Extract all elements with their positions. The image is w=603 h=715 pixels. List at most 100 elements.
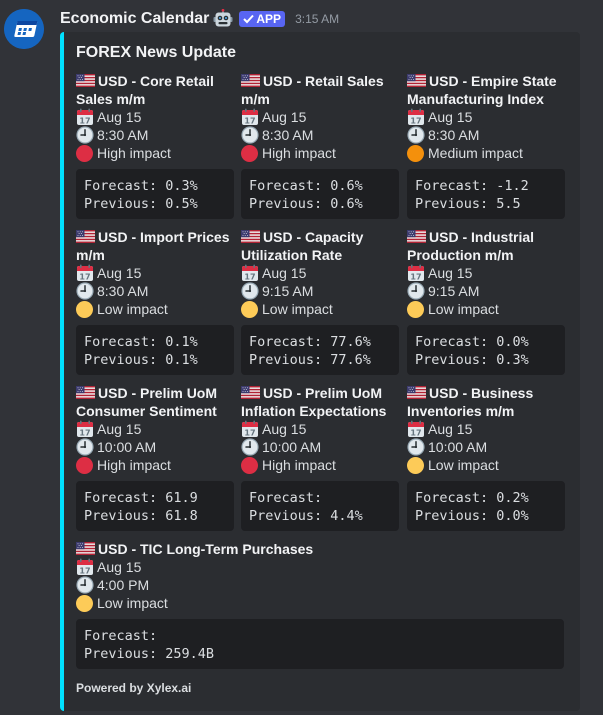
event-time-row: 10:00 AM <box>407 438 567 456</box>
embed-title: FOREX News Update <box>76 44 237 61</box>
clock-icon <box>407 438 425 456</box>
event-date-row: 17 Aug 15 <box>241 108 401 126</box>
svg-text:17: 17 <box>244 273 255 282</box>
event-name-text: USD - Prelim UoM Consumer Sentiment <box>76 385 218 419</box>
event-field: USD - Import Prices m/m 17 Aug 15 8:30 A… <box>76 228 236 375</box>
event-time-row: 9:15 AM <box>241 282 401 300</box>
us-flag-icon <box>76 542 95 555</box>
calendar-icon: 17 <box>76 264 94 282</box>
event-time: 10:00 AM <box>262 439 322 455</box>
event-field: USD - Empire State Manufacturing Index 1… <box>407 72 567 219</box>
impact-circle-icon <box>407 144 424 162</box>
event-impact-row: High impact <box>76 456 236 474</box>
calendar-logo-icon <box>4 9 44 49</box>
event-impact: High impact <box>97 457 171 473</box>
impact-circle-icon <box>76 300 93 318</box>
event-name: USD - TIC Long-Term Purchases <box>76 540 566 558</box>
event-date: Aug 15 <box>428 109 473 125</box>
impact-circle-icon <box>76 144 93 162</box>
forecast-codeblock: Forecast: 77.6% Previous: 77.6% <box>241 325 399 375</box>
event-forecast: Forecast: 61.9 <box>84 490 198 506</box>
event-time: 8:30 AM <box>428 127 480 143</box>
event-forecast: Forecast: 77.6% <box>249 334 371 350</box>
calendar-icon: 17 <box>241 420 259 438</box>
checkmark-icon <box>243 14 255 24</box>
svg-text:17: 17 <box>79 429 90 438</box>
event-impact: High impact <box>97 145 171 161</box>
us-flag-icon <box>241 230 260 243</box>
calendar-icon: 17 <box>407 420 425 438</box>
event-name-text: USD - Empire State Manufacturing Index <box>407 73 557 107</box>
us-flag-icon <box>407 230 426 243</box>
embed-footer: Powered by Xylex.ai <box>76 681 192 695</box>
message-header: Economic Calendar APP 3:15 AM <box>60 8 339 30</box>
event-impact: Low impact <box>428 457 499 473</box>
robot-face-icon <box>213 9 233 29</box>
event-forecast: Forecast: <box>84 628 158 644</box>
forecast-codeblock: Forecast: 0.3% Previous: 0.5% <box>76 169 234 219</box>
event-date-row: 17 Aug 15 <box>241 420 401 438</box>
event-date-row: 17 Aug 15 <box>407 264 567 282</box>
event-previous: Previous: 0.3% <box>415 352 529 368</box>
clock-icon <box>76 438 94 456</box>
event-name-text: USD - Prelim UoM Inflation Expectations <box>241 385 387 419</box>
us-flag-icon <box>241 386 260 399</box>
forecast-codeblock: Forecast: -1.2 Previous: 5.5 <box>407 169 565 219</box>
event-previous: Previous: 0.0% <box>415 508 529 524</box>
app-badge-label: APP <box>256 12 282 26</box>
event-impact-row: Low impact <box>407 456 567 474</box>
event-time: 8:30 AM <box>97 127 149 143</box>
impact-circle-icon <box>407 456 424 474</box>
event-name: USD - Core Retail Sales m/m <box>76 72 236 108</box>
us-flag-icon <box>76 230 95 243</box>
calendar-icon: 17 <box>76 108 94 126</box>
event-date: Aug 15 <box>97 109 142 125</box>
event-field: USD - Capacity Utilization Rate 17 Aug 1… <box>241 228 401 375</box>
svg-text:17: 17 <box>410 429 421 438</box>
message-timestamp[interactable]: 3:15 AM <box>295 12 339 26</box>
event-time: 9:15 AM <box>262 283 314 299</box>
clock-icon <box>407 282 425 300</box>
event-date-row: 17 Aug 15 <box>241 264 401 282</box>
event-field: USD - Core Retail Sales m/m 17 Aug 15 8:… <box>76 72 236 219</box>
event-previous: Previous: 5.5 <box>415 196 521 212</box>
event-impact-row: Low impact <box>241 300 401 318</box>
event-date: Aug 15 <box>262 421 307 437</box>
clock-icon <box>76 126 94 144</box>
event-previous: Previous: 77.6% <box>249 352 371 368</box>
chat-message: Economic Calendar APP 3:15 AM FOREX News… <box>0 0 603 715</box>
svg-text:17: 17 <box>410 273 421 282</box>
impact-circle-icon <box>407 300 424 318</box>
event-time-row: 4:00 PM <box>76 576 566 594</box>
event-field: USD - Industrial Production m/m 17 Aug 1… <box>407 228 567 375</box>
bot-avatar[interactable] <box>4 9 44 49</box>
event-forecast: Forecast: 0.2% <box>415 490 529 506</box>
svg-text:17: 17 <box>244 429 255 438</box>
us-flag-icon <box>76 74 95 87</box>
impact-circle-icon <box>76 594 93 612</box>
event-time: 8:30 AM <box>262 127 314 143</box>
event-name-text: USD - TIC Long-Term Purchases <box>98 541 314 557</box>
event-date: Aug 15 <box>262 109 307 125</box>
event-impact: Low impact <box>97 595 168 611</box>
calendar-icon: 17 <box>407 264 425 282</box>
news-embed: FOREX News Update USD - Core Retail Sale… <box>60 32 580 711</box>
event-date-row: 17 Aug 15 <box>76 264 236 282</box>
event-name: USD - Business Inventories m/m <box>407 384 567 420</box>
event-impact-row: Low impact <box>76 300 236 318</box>
us-flag-icon <box>241 74 260 87</box>
event-date-row: 17 Aug 15 <box>76 108 236 126</box>
event-forecast: Forecast: -1.2 <box>415 178 529 194</box>
event-field: USD - Business Inventories m/m 17 Aug 15 <box>407 384 567 531</box>
event-impact-row: High impact <box>76 144 236 162</box>
event-date: Aug 15 <box>97 421 142 437</box>
event-date: Aug 15 <box>97 265 142 281</box>
event-forecast: Forecast: <box>249 490 323 506</box>
svg-text:17: 17 <box>244 117 255 126</box>
calendar-icon: 17 <box>76 558 94 576</box>
event-impact-row: Low impact <box>407 300 567 318</box>
event-name: USD - Retail Sales m/m <box>241 72 401 108</box>
clock-icon <box>76 576 94 594</box>
bot-username[interactable]: Economic Calendar <box>60 10 209 28</box>
forecast-codeblock: Forecast: 0.0% Previous: 0.3% <box>407 325 565 375</box>
